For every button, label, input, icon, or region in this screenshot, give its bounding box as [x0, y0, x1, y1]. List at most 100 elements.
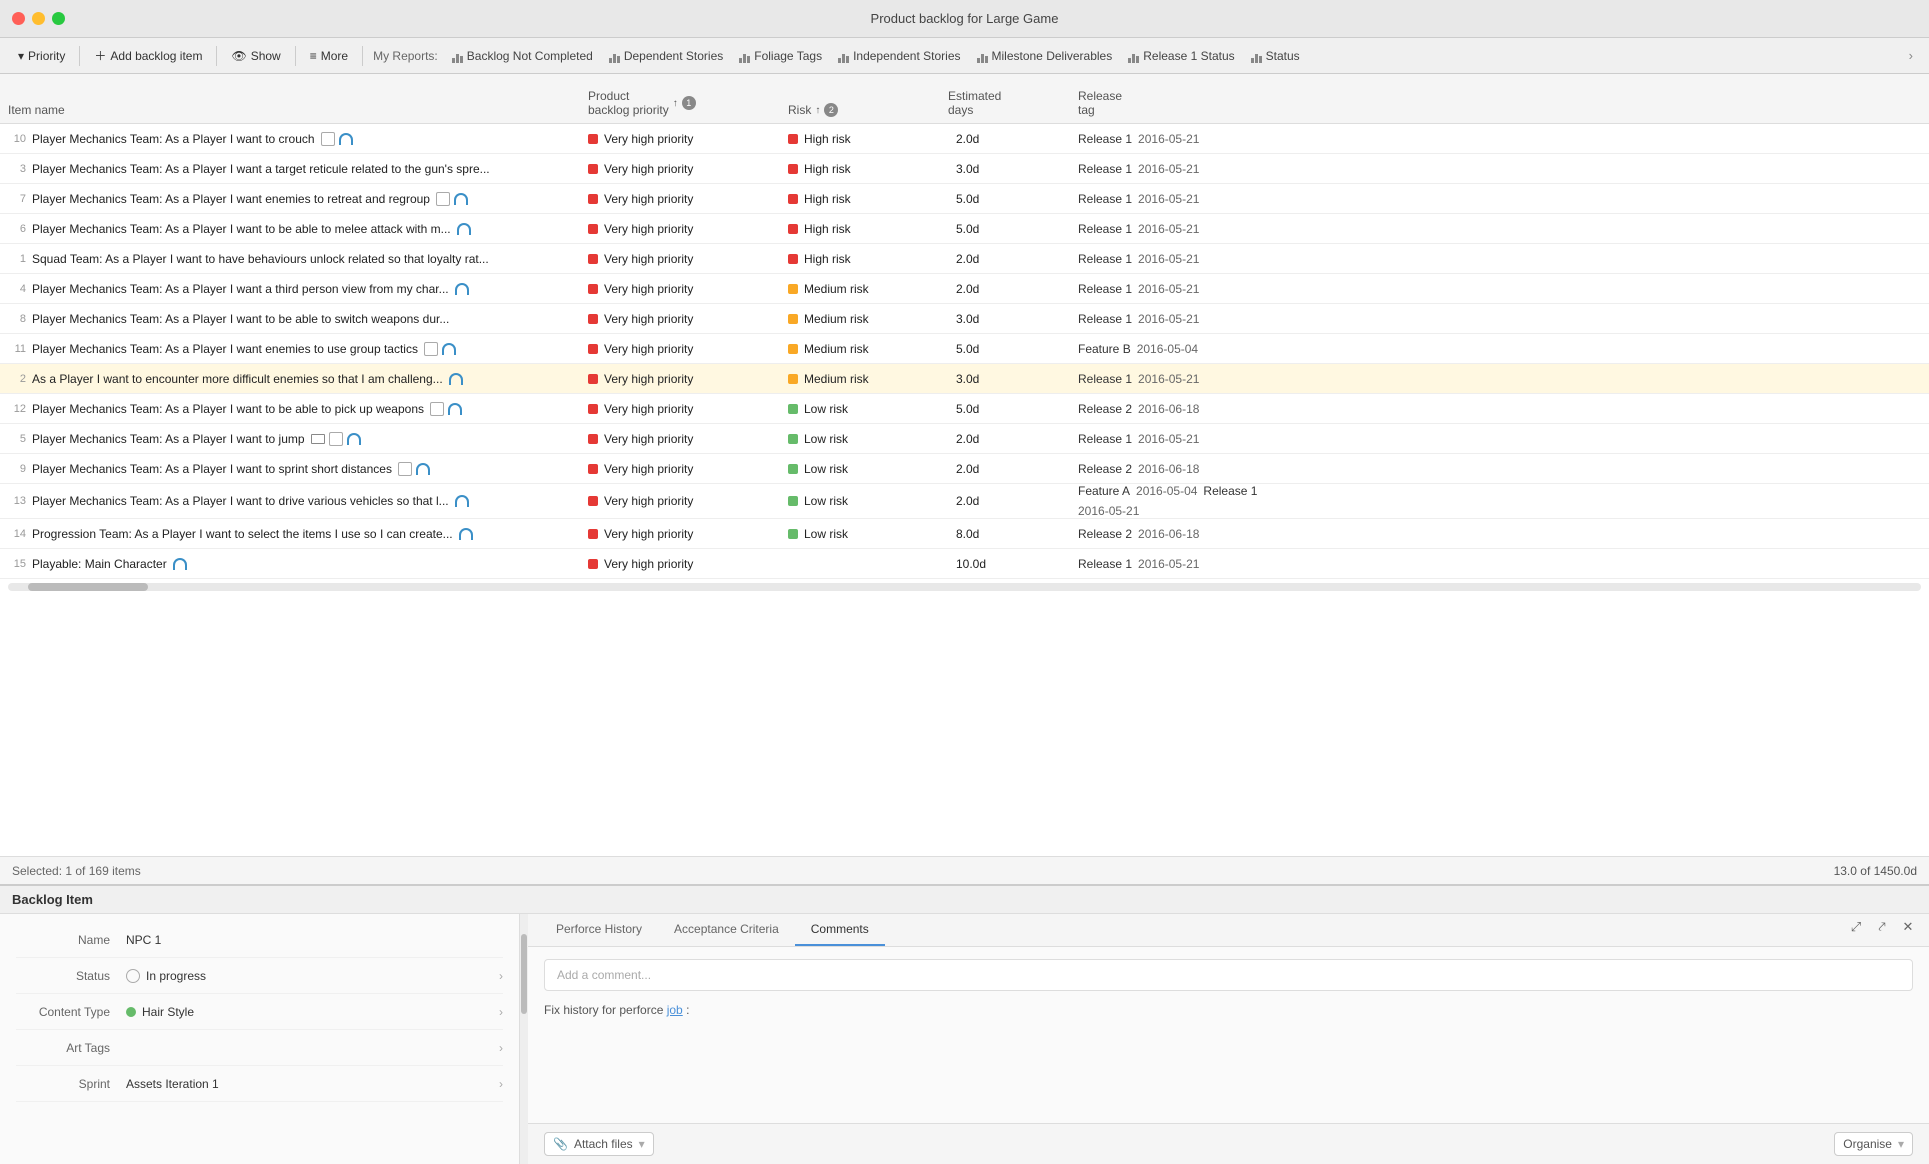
priority-cell: Very high priority [588, 462, 788, 476]
report-dependent-stories[interactable]: Dependent Stories [601, 45, 731, 67]
table-row[interactable]: 9 Player Mechanics Team: As a Player I w… [0, 454, 1929, 484]
item-name-cell: 12 Player Mechanics Team: As a Player I … [8, 398, 588, 420]
panel-header-actions: ⤢ ⤤ ✕ [1847, 918, 1917, 936]
release-cell: Release 12016-05-21 [1078, 372, 1298, 386]
release-tag: Release 2 [1078, 462, 1132, 476]
col-header-risk[interactable]: Risk ↑ 2 [788, 103, 948, 117]
table-row[interactable]: 1 Squad Team: As a Player I want to have… [0, 244, 1929, 274]
show-label: Show [251, 49, 281, 63]
add-backlog-item-button[interactable]: ＋ Add backlog item [84, 43, 212, 68]
days-cell: 2.0d [948, 252, 1078, 266]
item-name-text: Player Mechanics Team: As a Player I wan… [32, 222, 451, 236]
table-row[interactable]: 13 Player Mechanics Team: As a Player I … [0, 484, 1929, 519]
col-header-release-tag[interactable]: Releasetag [1078, 89, 1298, 117]
risk-dot [788, 134, 798, 144]
minimize-button[interactable] [32, 12, 45, 25]
bar-chart-icon-7 [1251, 49, 1262, 63]
table-row[interactable]: 4 Player Mechanics Team: As a Player I w… [0, 274, 1929, 304]
field-chevron-icon[interactable]: › [499, 1005, 503, 1019]
item-icons [430, 402, 462, 416]
field-chevron-icon[interactable]: › [499, 1077, 503, 1091]
table-row[interactable]: 3 Player Mechanics Team: As a Player I w… [0, 154, 1929, 184]
release-cell: Release 12016-05-21 [1078, 162, 1298, 176]
headphone-icon [339, 133, 353, 145]
release-tag: Release 1 [1078, 282, 1132, 296]
panel-divider [520, 914, 528, 1164]
risk-cell: Low risk [788, 462, 948, 476]
report-milestone-deliverables[interactable]: Milestone Deliverables [969, 45, 1121, 67]
toolbar-separator-1 [79, 46, 80, 66]
risk-cell: Medium risk [788, 372, 948, 386]
risk-text: High risk [804, 222, 851, 236]
report-release-1-status[interactable]: Release 1 Status [1120, 45, 1242, 67]
field-row: Name NPC 1 [16, 922, 503, 958]
table-row[interactable]: 6 Player Mechanics Team: As a Player I w… [0, 214, 1929, 244]
add-comment-input[interactable]: Add a comment... [544, 959, 1913, 991]
panel-tab-comments[interactable]: Comments [795, 914, 885, 946]
col-estimated-days-label: Estimateddays [948, 89, 1001, 117]
report-independent-stories[interactable]: Independent Stories [830, 45, 968, 67]
panel-tab-acceptance-criteria[interactable]: Acceptance Criteria [658, 914, 795, 946]
row-number: 8 [8, 313, 26, 325]
maximize-button[interactable] [52, 12, 65, 25]
item-icons [457, 223, 471, 235]
table-row[interactable]: 8 Player Mechanics Team: As a Player I w… [0, 304, 1929, 334]
panel-header-label: Backlog Item [12, 892, 93, 907]
report-foliage-tags[interactable]: Foliage Tags [731, 45, 830, 67]
traffic-lights [12, 12, 65, 25]
toolbar-right-chevron[interactable]: › [1901, 48, 1921, 63]
table-row[interactable]: 15 Playable: Main Character Very high pr… [0, 549, 1929, 579]
priority-cell: Very high priority [588, 192, 788, 206]
table-row[interactable]: 5 Player Mechanics Team: As a Player I w… [0, 424, 1929, 454]
priority-text: Very high priority [604, 222, 693, 236]
table-row[interactable]: 14 Progression Team: As a Player I want … [0, 519, 1929, 549]
release-date: 2016-06-18 [1138, 462, 1199, 476]
table-row[interactable]: 2 As a Player I want to encounter more d… [0, 364, 1929, 394]
perforce-link[interactable]: job [667, 1003, 683, 1017]
release-tag: Release 1 [1078, 252, 1132, 266]
toolbar-separator-2 [216, 46, 217, 66]
organise-button[interactable]: Organise ▾ [1834, 1132, 1913, 1156]
row-number: 12 [8, 403, 26, 415]
table-row[interactable]: 10 Player Mechanics Team: As a Player I … [0, 124, 1929, 154]
close-panel-icon[interactable]: ✕ [1899, 918, 1917, 936]
table-row[interactable]: 12 Player Mechanics Team: As a Player I … [0, 394, 1929, 424]
risk-text: Low risk [804, 432, 848, 446]
release-tag: Release 1 [1078, 557, 1132, 571]
row-number: 7 [8, 193, 26, 205]
item-icons [449, 373, 463, 385]
days-cell: 5.0d [948, 222, 1078, 236]
field-chevron-icon[interactable]: › [499, 969, 503, 983]
more-button[interactable]: ≡ More [300, 45, 358, 67]
priority-text: Very high priority [604, 132, 693, 146]
priority-toolbar-item[interactable]: ▾ Priority [8, 45, 75, 67]
days-cell: 3.0d [948, 162, 1078, 176]
priority-dot [588, 164, 598, 174]
table-row[interactable]: 7 Player Mechanics Team: As a Player I w… [0, 184, 1929, 214]
priority-cell: Very high priority [588, 527, 788, 541]
report-status[interactable]: Status [1243, 45, 1308, 67]
report-backlog-not-completed[interactable]: Backlog Not Completed [444, 45, 601, 67]
risk-text: Medium risk [804, 342, 869, 356]
priority-text: Very high priority [604, 162, 693, 176]
col-header-estimated-days[interactable]: Estimateddays [948, 89, 1078, 117]
field-row: Content Type Hair Style › [16, 994, 503, 1030]
horizontal-scrollbar[interactable] [8, 583, 1921, 591]
col-header-priority[interactable]: Productbacklog priority ↑ 1 [588, 89, 788, 117]
risk-cell: High risk [788, 162, 948, 176]
external-link-icon[interactable]: ⤤ [1873, 918, 1891, 936]
panel-tab-perforce-history[interactable]: Perforce History [540, 914, 658, 946]
item-name-cell: 14 Progression Team: As a Player I want … [8, 523, 588, 545]
close-button[interactable] [12, 12, 25, 25]
row-number: 13 [8, 495, 26, 507]
priority-text: Very high priority [604, 494, 693, 508]
days-cell: 2.0d [948, 462, 1078, 476]
expand-icon[interactable]: ⤢ [1847, 918, 1865, 936]
field-chevron-icon[interactable]: › [499, 1041, 503, 1055]
risk-cell: High risk [788, 252, 948, 266]
scrollbar-thumb[interactable] [28, 583, 148, 591]
item-name-cell: 9 Player Mechanics Team: As a Player I w… [8, 458, 588, 480]
attach-files-button[interactable]: 📎 Attach files ▾ [544, 1132, 654, 1156]
show-button[interactable]: 👁 Show [221, 45, 290, 67]
table-row[interactable]: 11 Player Mechanics Team: As a Player I … [0, 334, 1929, 364]
